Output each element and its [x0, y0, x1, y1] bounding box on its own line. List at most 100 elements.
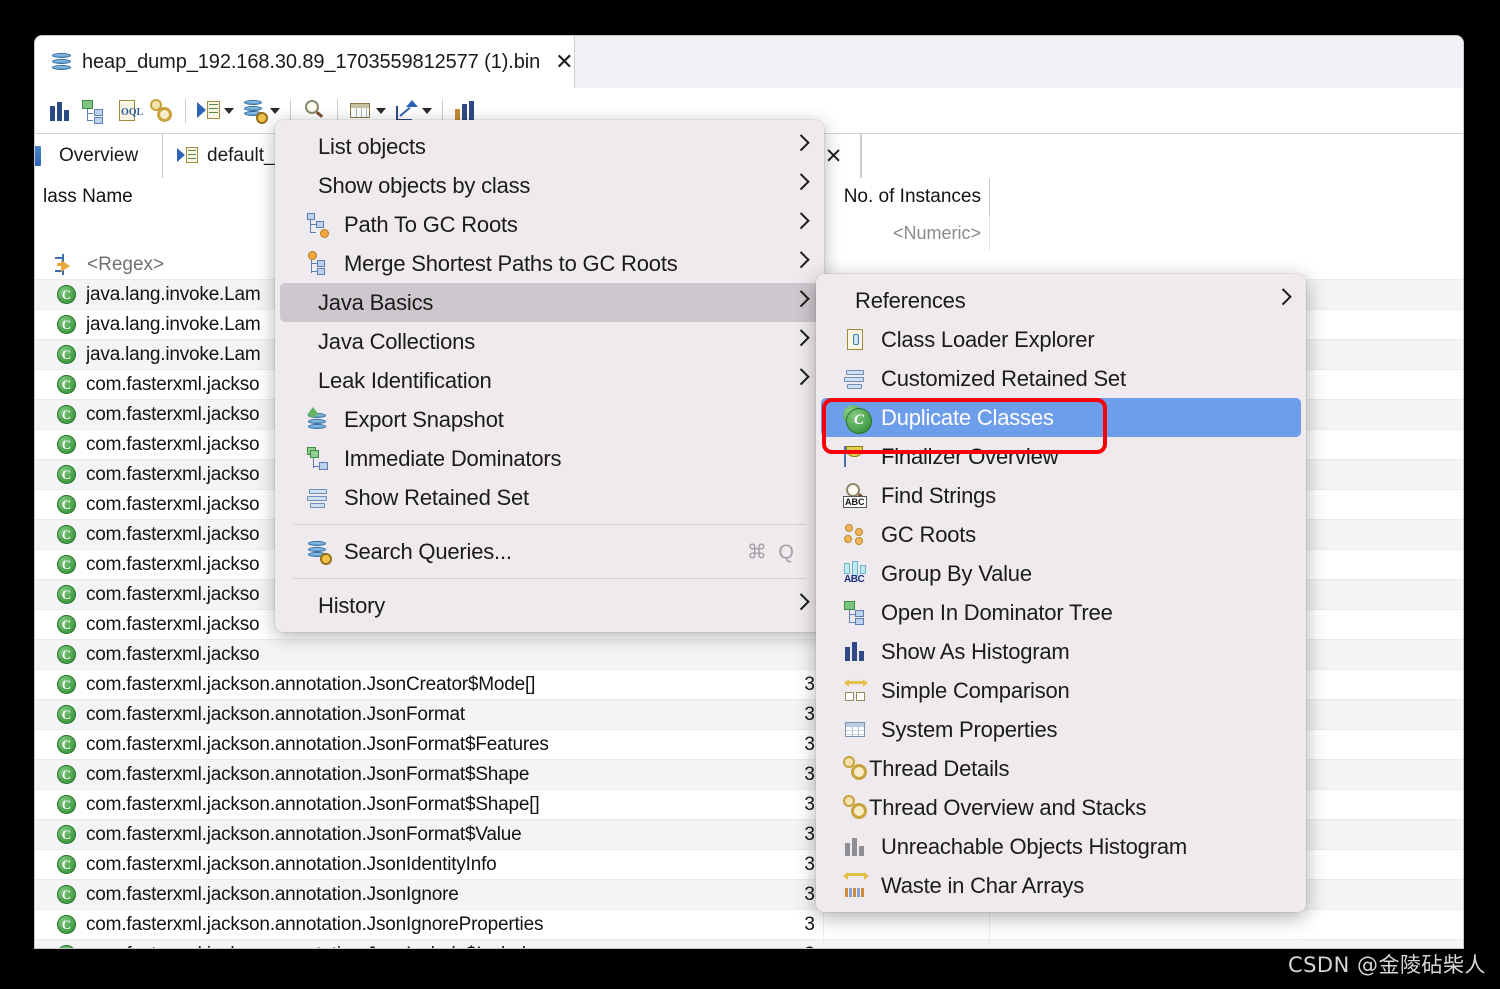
thread-overview-and-stacks-icon	[843, 794, 869, 821]
instance-count-cell: 3	[660, 700, 824, 730]
submenu-item-finalizer-overview[interactable]: Finalizer Overview	[821, 437, 1301, 476]
info-icon	[35, 146, 41, 166]
context-menu: List objects Show objects by class Path To…	[275, 120, 824, 632]
tab-overview[interactable]: Overview	[35, 134, 163, 178]
class-name-cell: com.fasterxml.jackso	[86, 523, 260, 545]
chevron-right-icon	[792, 592, 810, 610]
menu-item-shortcut: ⌘ Q	[746, 541, 797, 563]
waste-in-char-arrays-icon	[843, 871, 869, 899]
submenu-item-find-strings[interactable]: ABC Find Strings	[821, 476, 1301, 515]
submenu-item-label: Waste in Char Arrays	[881, 872, 1085, 898]
heap-inspection-icon[interactable]	[238, 94, 272, 128]
thread-overview-icon[interactable]	[145, 94, 179, 128]
menu-item-label: Show Retained Set	[344, 484, 529, 510]
class-name-cell: java.lang.invoke.Lam	[86, 343, 261, 365]
submenu-item-label: Find Strings	[881, 482, 996, 508]
class-name-cell: com.fasterxml.jackson.annotation.JsonFor…	[86, 823, 522, 845]
class-name-cell: java.lang.invoke.Lam	[86, 313, 261, 335]
submenu-item-references[interactable]: References	[821, 281, 1301, 320]
oql-icon[interactable]: OQL	[111, 94, 145, 128]
histogram-glyph	[47, 98, 73, 124]
close-icon-tab[interactable]: ✕	[825, 144, 843, 169]
menu-item-merge-shortest-paths-to-gc-roots[interactable]: Merge Shortest Paths to GC Roots	[280, 244, 819, 283]
submenu-item-customized-retained-set[interactable]: Customized Retained Set	[821, 359, 1301, 398]
class-name-cell: com.fasterxml.jackson.annotation.JsonIgn…	[86, 913, 544, 935]
find-strings-icon: ABC	[843, 482, 869, 509]
class-icon: C	[57, 645, 76, 664]
instance-count-cell: 3	[660, 940, 824, 948]
dominator-tree-icon[interactable]	[77, 94, 111, 128]
class-name-cell: com.fasterxml.jackso	[86, 553, 260, 575]
submenu-item-gc-roots[interactable]: GC Roots	[821, 515, 1301, 554]
class-icon: C	[57, 375, 76, 394]
submenu-item-duplicate-classes[interactable]: Duplicate Classes	[821, 398, 1301, 437]
submenu-item-simple-comparison[interactable]: Simple Comparison	[821, 671, 1301, 710]
menu-item-label: Java Collections	[318, 328, 475, 354]
filter-blank[interactable]	[990, 216, 1463, 250]
menu-item-path-to-gc-roots[interactable]: Path To GC Roots	[280, 205, 819, 244]
class-name-cell: com.fasterxml.jackso	[86, 403, 260, 425]
submenu-item-label: System Properties	[881, 716, 1058, 742]
query-browser-glyph	[196, 98, 222, 124]
submenu-item-unreachable-objects-histogram[interactable]: Unreachable Objects Histogram	[821, 827, 1301, 866]
submenu-item-waste-in-char-arrays[interactable]: Waste in Char Arrays	[821, 866, 1301, 905]
submenu-item-system-properties[interactable]: System Properties	[821, 710, 1301, 749]
class-name-cell: com.fasterxml.jackso	[86, 583, 260, 605]
class-icon: C	[57, 315, 76, 334]
submenu-item-label: Customized Retained Set	[881, 365, 1126, 391]
class-icon: C	[57, 555, 76, 574]
menu-item-leak-identification[interactable]: Leak Identification	[280, 361, 819, 400]
menu-item-show-retained-set[interactable]: Show Retained Set	[280, 478, 819, 517]
simple-comparison-icon	[843, 678, 869, 704]
menu-item-java-collections[interactable]: Java Collections	[280, 322, 819, 361]
menu-item-export-snapshot[interactable]: Export Snapshot	[280, 400, 819, 439]
class-icon: C	[57, 285, 76, 304]
menu-item-history[interactable]: History	[280, 586, 819, 625]
class-icon: C	[57, 615, 76, 634]
filter-no-of-instances[interactable]: <Numeric>	[824, 216, 990, 250]
menu-item-label: Search Queries...	[344, 538, 512, 564]
watermark: CSDN @金陵砧柴人	[1287, 953, 1486, 977]
class-icon: C	[57, 735, 76, 754]
open-query-browser-icon[interactable]	[192, 94, 226, 128]
menu-item-label: Path To GC Roots	[344, 211, 518, 237]
system-properties-icon	[843, 717, 869, 743]
menu-item-search-queries[interactable]: Search Queries... ⌘ Q	[280, 532, 819, 571]
editor-tab-bar: heap_dump_192.168.30.89_1703559812577 (1…	[35, 36, 1463, 89]
editor-tab-heap-dump[interactable]: heap_dump_192.168.30.89_1703559812577 (1…	[35, 36, 575, 88]
histogram-icon[interactable]	[43, 94, 77, 128]
column-header-blank[interactable]	[990, 178, 1463, 216]
column-header-no-of-instances[interactable]: No. of Instances	[824, 178, 990, 216]
table-row[interactable]: Ccom.fasterxml.jackson.annotation.JsonIn…	[35, 940, 1463, 948]
submenu-item-group-by-value[interactable]: ABC Group By Value	[821, 554, 1301, 593]
menu-item-list-objects[interactable]: List objects	[280, 127, 819, 166]
class-name-cell: com.fasterxml.jackso	[86, 373, 260, 395]
menu-item-show-objects-by-class[interactable]: Show objects by class	[280, 166, 819, 205]
group-by-value-icon: ABC	[843, 560, 869, 587]
unreachable-objects-histogram-icon	[843, 834, 869, 860]
menu-item-java-basics[interactable]: Java Basics	[280, 283, 819, 322]
submenu-item-label: GC Roots	[881, 521, 976, 547]
class-name-cell: com.fasterxml.jackson.annotation.JsonFor…	[86, 703, 465, 725]
menu-item-immediate-dominators[interactable]: Immediate Dominators	[280, 439, 819, 478]
open-in-dominator-tree-icon	[843, 600, 869, 626]
close-icon[interactable]: ✕	[555, 51, 573, 73]
table-row[interactable]: Ccom.fasterxml.jackson.annotation.JsonIg…	[35, 910, 1463, 940]
heap-dump-icon	[51, 51, 73, 73]
submenu-item-thread-overview-and-stacks[interactable]: Thread Overview and Stacks	[821, 788, 1301, 827]
class-icon: C	[57, 765, 76, 784]
submenu-item-class-loader-explorer[interactable]: Class Loader Explorer	[821, 320, 1301, 359]
menu-separator	[293, 578, 806, 579]
chevron-right-icon	[792, 133, 810, 151]
submenu-item-label: Class Loader Explorer	[881, 326, 1095, 352]
submenu-item-thread-details[interactable]: Thread Details	[821, 749, 1301, 788]
menu-item-label: Immediate Dominators	[344, 445, 562, 471]
submenu-item-show-as-histogram[interactable]: Show As Histogram	[821, 632, 1301, 671]
class-name-cell: com.fasterxml.jackso	[86, 463, 260, 485]
editor-tab-title: heap_dump_192.168.30.89_1703559812577 (1…	[82, 50, 541, 73]
class-name-cell: com.fasterxml.jackso	[86, 643, 260, 665]
class-icon: C	[57, 495, 76, 514]
toolbar-divider	[185, 98, 186, 123]
menu-item-label: Export Snapshot	[344, 406, 504, 432]
submenu-item-open-in-dominator-tree[interactable]: Open In Dominator Tree	[821, 593, 1301, 632]
